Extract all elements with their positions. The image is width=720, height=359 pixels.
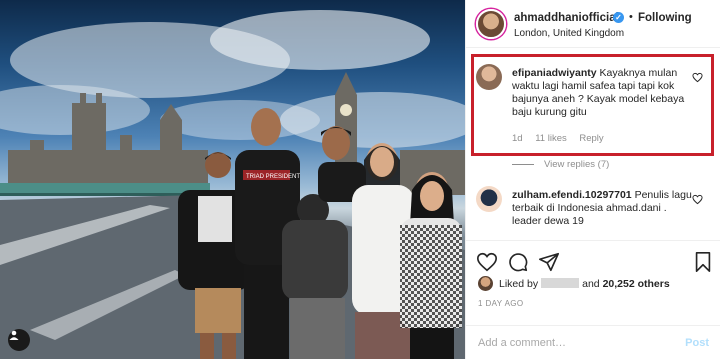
comment-meta: 1d 11 likes Reply xyxy=(512,133,614,144)
liker-avatar[interactable] xyxy=(478,276,493,291)
commenter-avatar[interactable] xyxy=(476,64,502,90)
comment-username[interactable]: zulham.efendi.10297701 xyxy=(512,189,632,201)
comment-icon[interactable] xyxy=(507,251,529,273)
view-replies-label: View replies (7) xyxy=(544,159,610,170)
replies-divider xyxy=(512,163,534,165)
verified-badge-icon: ✓ xyxy=(613,12,624,23)
comment-username[interactable]: efipaniadwiyanty xyxy=(512,67,597,79)
reply-button[interactable]: Reply xyxy=(579,133,603,144)
post-time[interactable]: 1 DAY AGO xyxy=(478,299,524,308)
likes-summary: Liked by and 20,252 others xyxy=(499,278,670,290)
share-icon[interactable] xyxy=(538,251,560,273)
bookmark-icon[interactable] xyxy=(692,251,714,273)
view-replies-button[interactable]: View replies (7) xyxy=(512,159,609,170)
comment-input[interactable]: Add a comment… xyxy=(478,337,566,349)
post-comment-button[interactable]: Post xyxy=(685,337,709,349)
comment-likes[interactable]: 11 likes xyxy=(535,133,567,144)
post-header: ahmaddhaniofficial ✓ • Following London,… xyxy=(466,0,720,48)
heart-icon[interactable] xyxy=(476,251,498,273)
likes-count[interactable]: 20,252 others xyxy=(603,278,670,290)
post-side-panel: ahmaddhaniofficial ✓ • Following London,… xyxy=(465,0,720,359)
post-location[interactable]: London, United Kingdom xyxy=(514,28,624,39)
following-button[interactable]: Following xyxy=(638,12,692,24)
liker-name-redacted xyxy=(541,278,580,288)
liked-by-prefix: Liked by xyxy=(499,278,539,290)
post-photo[interactable]: TRIAD PRESIDENT xyxy=(0,0,465,359)
tag-user-icon[interactable] xyxy=(8,329,30,351)
comment-like-heart-icon[interactable] xyxy=(692,194,703,205)
comment-body: efipaniadwiyanty Kayaknya mulan waktu la… xyxy=(512,67,692,119)
commenter-avatar[interactable] xyxy=(476,186,502,212)
author-username[interactable]: ahmaddhaniofficial xyxy=(514,12,619,24)
comment-time: 1d xyxy=(512,133,523,144)
likes-and: and xyxy=(582,278,600,290)
photo-scene: TRIAD PRESIDENT xyxy=(0,10,465,359)
comment-body: zulham.efendi.10297701 Penulis lagu terb… xyxy=(512,189,692,228)
shirt-text: TRIAD PRESIDENT xyxy=(246,174,300,180)
separator-dot: • xyxy=(629,11,633,23)
comment-like-heart-icon[interactable] xyxy=(692,72,703,83)
author-avatar[interactable] xyxy=(476,9,506,39)
add-comment-bar: Add a comment… Post xyxy=(466,325,720,359)
